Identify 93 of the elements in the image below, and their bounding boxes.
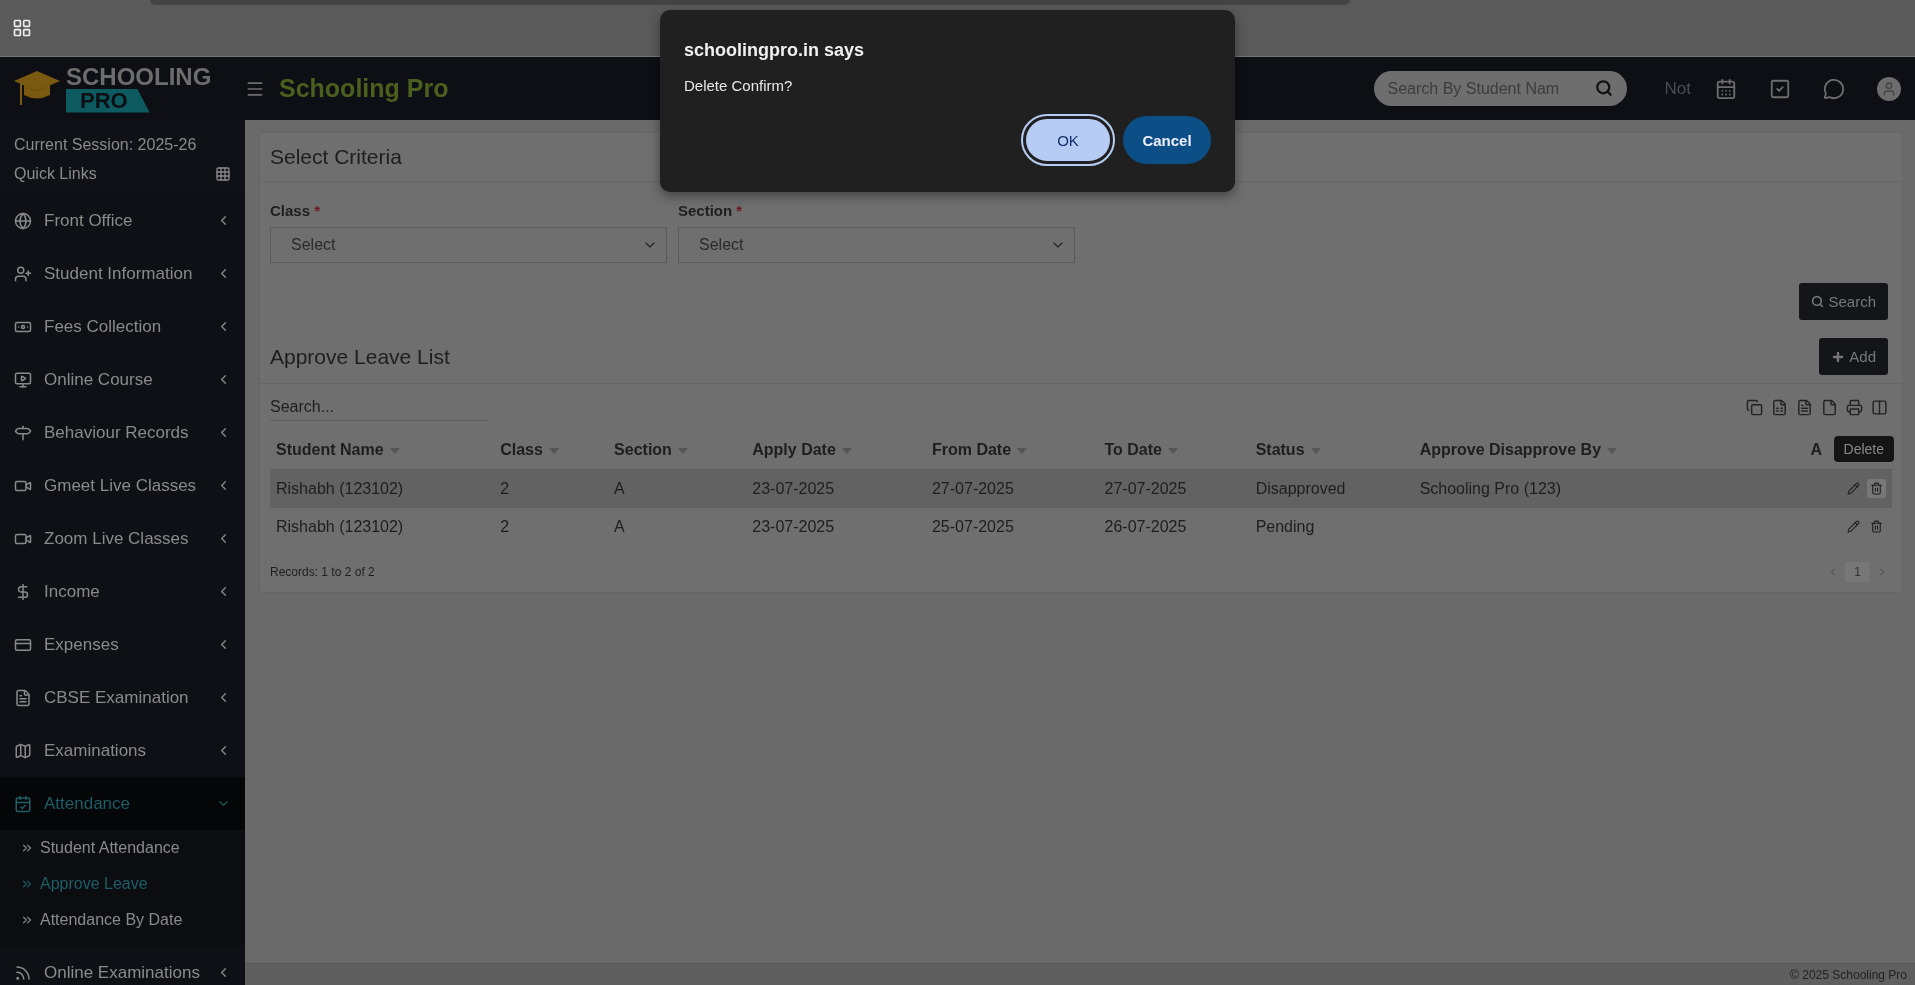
dialog-message: Delete Confirm? (684, 77, 794, 94)
tooltip: Delete (1833, 436, 1894, 462)
table-cell: Schooling Pro (123) (1413, 469, 1751, 508)
file-icon[interactable] (1821, 399, 1838, 416)
video-file-icon (14, 370, 32, 389)
copy-icon[interactable] (1746, 399, 1763, 416)
select-field[interactable]: Select (270, 227, 667, 263)
search-icon (1811, 295, 1825, 308)
logo-text: PRO (66, 88, 150, 113)
rss-icon (14, 963, 32, 982)
sidebar-item[interactable]: Online Course (0, 353, 245, 406)
column-header[interactable]: Status (1249, 431, 1414, 470)
spreadsheet-icon[interactable] (1771, 399, 1788, 416)
sidebar-item[interactable]: Examinations (0, 724, 245, 777)
user-plus-icon (14, 264, 32, 283)
table-cell: 27-07-2025 (925, 469, 1099, 508)
edit-button[interactable] (1844, 517, 1863, 536)
pencil-icon (1847, 520, 1860, 533)
add-button[interactable]: Add (1819, 338, 1888, 375)
search-button[interactable]: Search (1799, 283, 1888, 320)
table-cell: Pending (1249, 508, 1414, 546)
sidebar-item[interactable]: Front Office (0, 194, 245, 247)
session-text: Current Session: 2025-26 (14, 135, 197, 154)
table-cell: 2 (494, 508, 609, 546)
sidebar-item[interactable]: Gmeet Live Classes (0, 459, 245, 512)
table-cell: Disapproved (1249, 469, 1414, 508)
logo-text: SCHOOLING (66, 64, 212, 89)
column-header[interactable]: Section (608, 431, 747, 470)
table-cell: A (608, 469, 747, 508)
sidebar-item[interactable]: Behaviour Records (0, 406, 245, 459)
column-header[interactable]: Approve Disapprove By (1413, 431, 1751, 470)
document-icon[interactable] (1796, 399, 1813, 416)
calendar-icon[interactable] (1715, 77, 1737, 100)
ok-button[interactable]: OK (1023, 116, 1113, 164)
plus-icon (1831, 349, 1846, 364)
quick-links-text[interactable]: Quick Links (14, 164, 97, 183)
column-header[interactable]: Apply Date (746, 431, 926, 470)
double-chevron-icon (20, 841, 34, 855)
column-header[interactable]: To Date (1098, 431, 1250, 470)
table-cell: Rishabh (123102) (270, 508, 495, 546)
checkbox-icon[interactable] (1769, 77, 1791, 100)
double-chevron-icon (20, 877, 34, 891)
pencil-icon (1847, 482, 1860, 495)
user-icon (1881, 80, 1897, 97)
document-icon (14, 688, 32, 707)
records-text: Records: 1 to 2 of 2 (270, 565, 375, 579)
table-cell: A (608, 508, 747, 546)
table-cell: 23-07-2025 (746, 469, 926, 508)
table-cell: 25-07-2025 (925, 508, 1099, 546)
trash-icon (1870, 520, 1883, 533)
column-header[interactable]: Class (494, 431, 609, 470)
table-search-field[interactable]: Search... (270, 394, 488, 421)
table-cell: 27-07-2025 (1098, 469, 1250, 508)
dialog-title: schoolingpro.in says (684, 40, 866, 61)
sidebar-item[interactable]: Online Examinations (0, 946, 245, 985)
globe-icon (14, 211, 32, 230)
sidebar-item[interactable]: CBSE Examination (0, 671, 245, 724)
cancel-button[interactable]: Cancel (1123, 116, 1211, 164)
footer-text: © 2025 Schooling Pro (1790, 967, 1907, 982)
app-title: Schooling Pro (279, 74, 449, 103)
double-chevron-icon (20, 913, 34, 927)
columns-icon[interactable] (1871, 399, 1888, 416)
select-field[interactable]: Select (678, 227, 1075, 263)
delete-button[interactable] (1867, 479, 1886, 498)
sidebar-item[interactable]: Student Information (0, 247, 245, 300)
notice-text: Not (1664, 78, 1691, 99)
table-cell: 23-07-2025 (746, 508, 926, 546)
edit-button[interactable] (1844, 479, 1863, 498)
chat-icon[interactable] (1823, 77, 1845, 100)
sidebar-item[interactable]: Expenses (0, 618, 245, 671)
sidebar-subitem[interactable]: Student Attendance (20, 830, 245, 866)
map-icon (14, 741, 32, 760)
table-cell: 2 (494, 469, 609, 508)
sidebar-item[interactable]: Zoom Live Classes (0, 512, 245, 565)
search-icon[interactable] (1594, 79, 1613, 97)
column-header[interactable]: Student Name (270, 431, 495, 470)
grid-icon[interactable] (215, 165, 231, 182)
sidebar-item[interactable]: Fees Collection (0, 300, 245, 353)
section-title: Approve Leave List (270, 344, 450, 369)
sidebar-item[interactable]: Income (0, 565, 245, 618)
apps-grid-icon[interactable] (12, 18, 32, 38)
field-label: Section * (678, 202, 744, 219)
table-cell: Rishabh (123102) (270, 469, 495, 508)
calendar-check-icon (14, 794, 32, 813)
print-icon[interactable] (1846, 399, 1863, 416)
signpost-icon (14, 423, 32, 442)
column-header[interactable]: From Date (925, 431, 1099, 470)
field-label: Class * (270, 202, 322, 219)
table-cell: 26-07-2025 (1098, 508, 1250, 546)
user-avatar[interactable] (1877, 76, 1901, 101)
sidebar-subitem[interactable]: Attendance By Date (20, 902, 245, 938)
page-button[interactable]: 1 (1845, 562, 1870, 582)
trash-icon (1870, 482, 1883, 495)
